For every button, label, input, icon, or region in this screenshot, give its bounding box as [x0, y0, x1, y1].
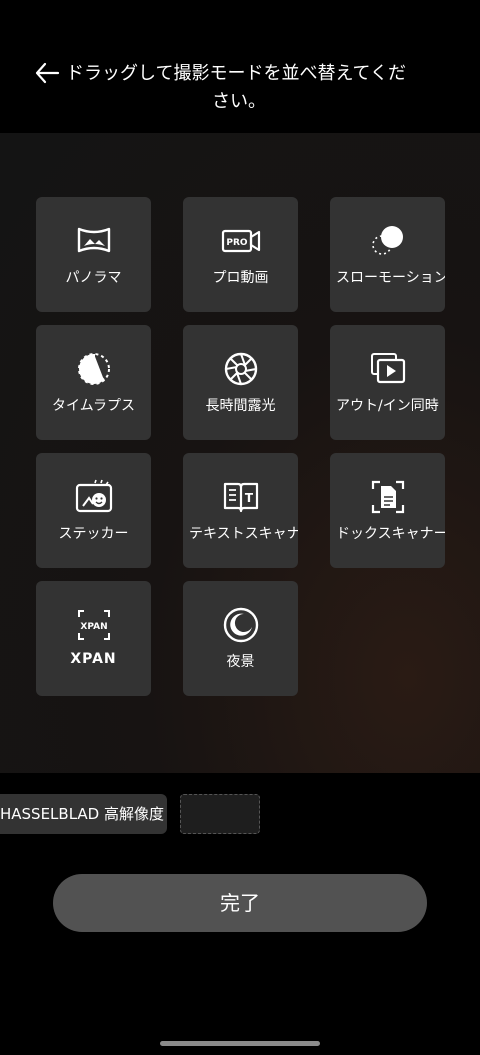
active-mode-hasselblad-high-res[interactable]: HASSELBLAD 高解像度 — [0, 794, 167, 834]
mode-tile-slow-motion[interactable]: スローモーション — [330, 197, 445, 312]
mode-tile-pro-video[interactable]: PRO プロ動画 — [183, 197, 298, 312]
home-indicator[interactable] — [160, 1041, 320, 1046]
pro-video-icon: PRO — [221, 229, 260, 253]
mode-tile-text-scanner[interactable]: T テキストスキャナ — [183, 453, 298, 568]
empty-drop-slot[interactable] — [180, 794, 260, 834]
night-icon — [223, 607, 258, 643]
dual-view-icon — [370, 353, 405, 384]
mode-label: ドックスキャナー — [336, 526, 445, 542]
mode-label: ステッカー — [58, 526, 129, 542]
mode-grid: パノラマ PRO プロ動画 スローモーション タイムラプス 長時間露光 アウト/… — [0, 133, 480, 773]
page-title-line1: ドラッグして撮影モードを並べ替えてくだ — [66, 63, 407, 84]
xpan-icon: XPAN — [77, 610, 110, 640]
sticker-icon — [75, 479, 112, 513]
page-title-line2: さい。 — [212, 91, 266, 112]
mode-tile-panorama[interactable]: パノラマ — [36, 197, 151, 312]
back-arrow-icon[interactable] — [34, 60, 60, 86]
slow-motion-icon — [371, 226, 403, 255]
page-title: ドラッグして撮影モードを並べ替えてくだ さい。 — [66, 60, 426, 116]
panorama-icon — [77, 227, 110, 253]
active-modes-bar: HASSELBLAD 高解像度 — [0, 773, 480, 853]
mode-tile-time-lapse[interactable]: タイムラプス — [36, 325, 151, 440]
mode-tile-night[interactable]: 夜景 — [183, 581, 298, 696]
xpan-badge: XPAN — [80, 622, 107, 632]
text-badge: T — [244, 491, 253, 505]
mode-label: スローモーション — [336, 270, 445, 286]
pro-badge-text: PRO — [226, 238, 248, 248]
mode-tile-dual-view[interactable]: アウト/イン同時 — [330, 325, 445, 440]
header: ドラッグして撮影モードを並べ替えてくだ さい。 — [0, 0, 480, 133]
mode-label: XPAN — [70, 651, 117, 667]
mode-label: 夜景 — [226, 654, 255, 670]
mode-label: パノラマ — [65, 270, 122, 286]
mode-label: タイムラプス — [51, 398, 136, 414]
text-scanner-icon: T — [223, 482, 258, 513]
mode-label: テキストスキャナ — [189, 526, 298, 542]
mode-label: プロ動画 — [212, 270, 269, 286]
mode-label: 長時間露光 — [205, 398, 276, 414]
done-button[interactable]: 完了 — [53, 874, 427, 932]
mode-tile-sticker[interactable]: ステッカー — [36, 453, 151, 568]
mode-tile-document-scanner[interactable]: ドックスキャナー — [330, 453, 445, 568]
mode-tile-long-exposure[interactable]: 長時間露光 — [183, 325, 298, 440]
aperture-icon — [224, 352, 257, 386]
time-lapse-icon — [77, 353, 110, 385]
mode-tile-xpan[interactable]: XPAN XPAN — [36, 581, 151, 696]
mode-label: アウト/イン同時 — [336, 398, 439, 414]
document-scanner-icon — [371, 480, 404, 514]
